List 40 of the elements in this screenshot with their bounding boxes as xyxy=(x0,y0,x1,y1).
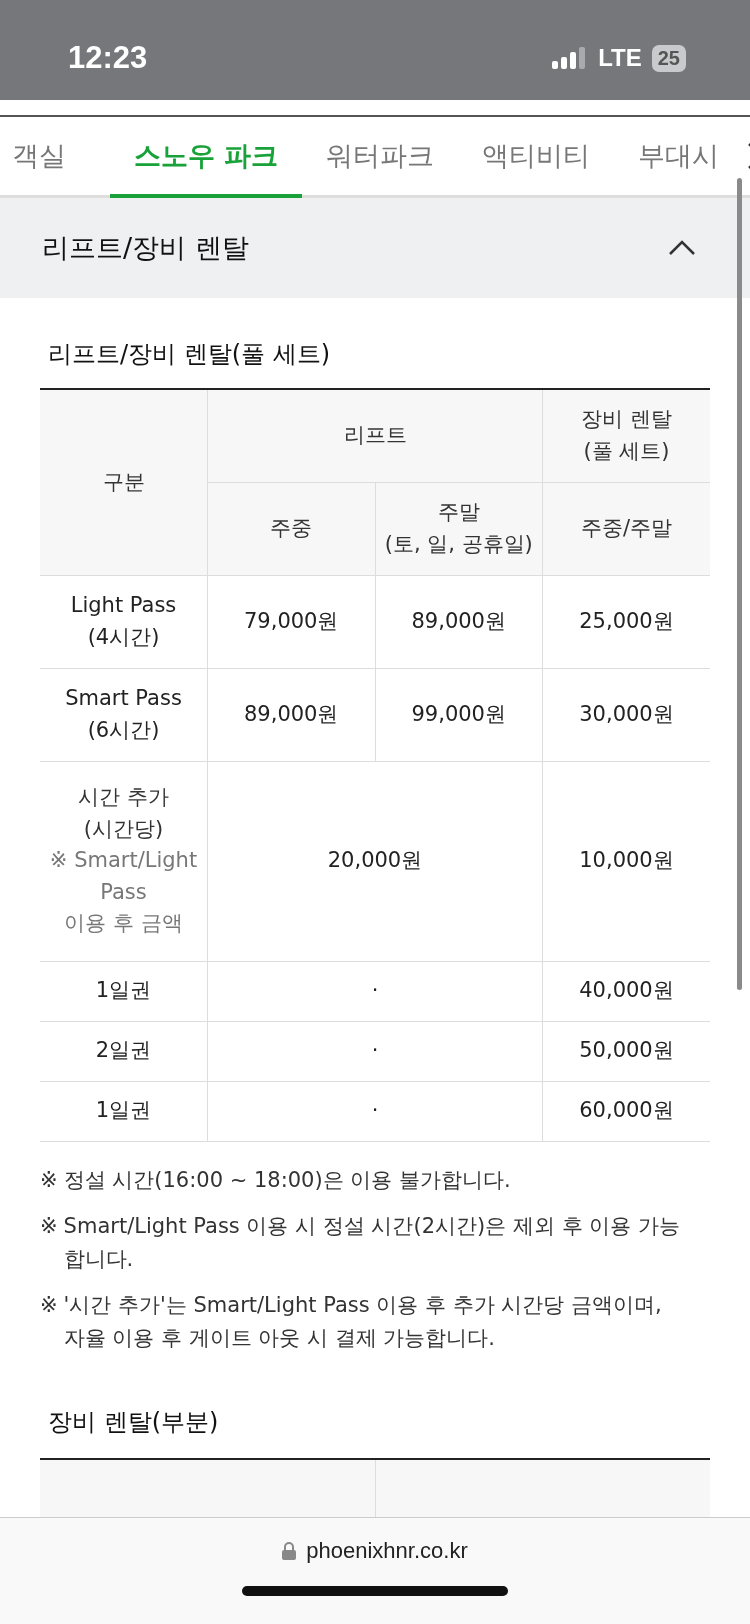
price-cell: 20,000원 xyxy=(207,761,543,961)
table-title: 장비 렌탈(부분) xyxy=(48,1407,220,1439)
note-mark: ※ xyxy=(40,1292,58,1320)
price-cell: 79,000원 xyxy=(207,575,375,668)
note-mark: ※ xyxy=(40,1166,58,1194)
header-cell: 주말 (토, 일, 공휴일) xyxy=(375,482,543,575)
network-label: LTE xyxy=(598,44,642,72)
header-cell: 리프트 xyxy=(207,389,543,482)
row-note: ※ Smart/Light Pass 이용 후 금액 xyxy=(48,847,199,938)
row-label: Light Pass (4시간) xyxy=(40,575,208,668)
section-title: 리프트/장비 렌탈 xyxy=(42,231,249,265)
tab[interactable]: 객실 xyxy=(0,117,110,198)
tab[interactable]: 부대시 xyxy=(614,117,744,198)
tab[interactable]: 액티비티 xyxy=(458,117,615,198)
row-label: 시간 추가 (시간당) xyxy=(77,784,170,843)
note-mark: ※ xyxy=(40,1213,58,1241)
status-time: 12:23 xyxy=(68,39,148,76)
row-label: 2일권 xyxy=(40,1021,208,1081)
note-text: '시간 추가'는 Smart/Light Pass 이용 후 추가 시간당 금액이며, 자율 이용 후 게이트 아웃 시 결제 가능합니다. xyxy=(63,1292,662,1352)
row-label: Smart Pass (6시간) xyxy=(40,668,208,761)
row-label: 1일권 xyxy=(40,961,208,1021)
price-cell: · xyxy=(207,961,543,1021)
header-cell: 장비 렌탈 (풀 세트) xyxy=(542,389,710,482)
price-cell: · xyxy=(207,1021,543,1081)
price-cell: 99,000원 xyxy=(375,668,543,761)
header-cell: 주중/주말 xyxy=(542,482,710,575)
row-label: 1일권 xyxy=(40,1081,208,1141)
note-text: 정설 시간(16:00 ~ 18:00)은 이용 불가합니다. xyxy=(63,1166,511,1194)
header-cell: 주중 xyxy=(207,482,375,575)
note-text: Smart/Light Pass 이용 시 정설 시간(2시간)은 제외 후 이용 가능 합니다. xyxy=(63,1213,680,1273)
section-header[interactable]: 리프트/장비 렌탈 xyxy=(0,198,750,298)
url-text[interactable]: phoenixhnr.co.kr xyxy=(306,1538,468,1564)
tab[interactable]: 워터파크 xyxy=(302,117,459,198)
lock-icon xyxy=(282,1542,297,1560)
price-cell: · xyxy=(207,1081,543,1141)
battery-level: 25 xyxy=(651,44,686,72)
table-title: 리프트/장비 렌탈(풀 세트) xyxy=(48,339,332,370)
header-cell: 구분 xyxy=(40,389,208,575)
price-cell: 89,000원 xyxy=(375,575,543,668)
price-cell: 89,000원 xyxy=(207,668,375,761)
